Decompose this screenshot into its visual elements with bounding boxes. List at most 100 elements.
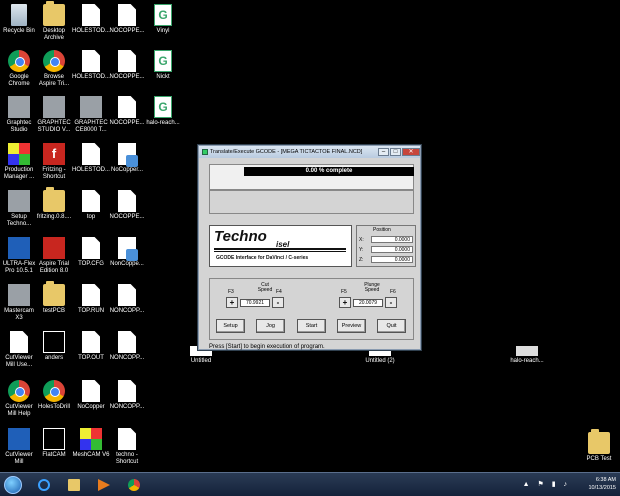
desktop-icon[interactable]: G Nickt (144, 50, 182, 81)
desktop-icon[interactable]: HOLESTOD... (72, 143, 110, 174)
desktop-icon[interactable]: anders (35, 331, 73, 362)
setup-button[interactable]: Setup (216, 319, 245, 333)
maximize-button[interactable]: □ (390, 148, 401, 156)
desktop-icon[interactable]: HOLESTOD... (72, 50, 110, 81)
icon-label: Nickt (156, 74, 170, 80)
icon-label: fritzing.0.8.... (36, 214, 72, 220)
desktop-icon[interactable]: CutViewer Mill (0, 428, 38, 466)
desktop-icon[interactable]: NOCOPPE... (108, 96, 146, 127)
app-icon (202, 149, 208, 155)
chrome-icon (8, 50, 30, 72)
desktop-icon[interactable]: ULTRA-Flex Pro 10.5.1 (0, 237, 38, 275)
position-panel: Position X: 0.0000 Y: 0.0000 Z: 0.0000 (356, 225, 416, 267)
desktop-icon[interactable]: fritzing.0.8.... (35, 187, 73, 221)
taskbar-media-player[interactable] (92, 476, 116, 494)
icon-label: HOLESTOD... (72, 74, 110, 80)
close-button[interactable]: ✕ (402, 148, 420, 156)
icon-label: ULTRA-Flex Pro 10.5.1 (2, 261, 36, 274)
f6-label: F6 (390, 289, 396, 295)
desktop-icon[interactable]: TOP.RUN (72, 284, 110, 315)
icon-label: NONCOPP... (109, 355, 145, 361)
desktop-icon[interactable]: Google Chrome (0, 50, 38, 88)
desktop-icon-pcb-test[interactable]: PCB Test (580, 429, 618, 463)
desktop-icon[interactable]: HolesToDrill (35, 380, 73, 411)
desktop-icon[interactable]: CutViewer Mill Use... (0, 331, 38, 369)
icon-label: MeshCAM V6 (72, 452, 110, 458)
icon-label: NOCOPPE... (109, 120, 145, 126)
desktop-icon[interactable]: Browse Aspire Tri... (35, 50, 73, 88)
plunge-speed-plus-button[interactable]: + (339, 297, 351, 308)
cut-speed-minus-button[interactable]: - (272, 297, 284, 308)
graphtec-icon (8, 96, 30, 118)
cut-speed-plus-button[interactable]: + (226, 297, 238, 308)
preview-button[interactable]: Preview (337, 319, 366, 333)
desktop-icon[interactable]: Ghalo-reach... (144, 96, 182, 127)
desktop-icon[interactable]: NoCopper (72, 380, 110, 411)
desktop-icon[interactable]: MeshCAM V6 (72, 428, 110, 459)
system-tray-icons[interactable]: ▲ ⚑ ▮ ♪ (523, 480, 570, 488)
icon-label: top (86, 214, 96, 220)
icon-label: techno - Shortcut (115, 452, 139, 465)
desktop-icon[interactable]: NOCOPPE... (108, 50, 146, 81)
desktop-icon[interactable]: Production Manager ... (0, 143, 38, 181)
start-button[interactable] (4, 476, 22, 494)
start-button[interactable]: Start (297, 319, 326, 333)
desktop-icon[interactable]: GRAPHTEC STUDIO V... (35, 96, 73, 134)
desktop-icon[interactable]: NONCOPP... (108, 284, 146, 315)
desktop-icon[interactable]: TOP.OUT (72, 331, 110, 362)
icon-label: NONCOPP... (109, 404, 145, 410)
minimized-label: Untitled (190, 358, 212, 364)
x-label: X: (359, 237, 364, 243)
desktop-icon[interactable]: FlatCAM (35, 428, 73, 459)
desktop-icon[interactable]: GRAPHTEC CE8000 T... (72, 96, 110, 134)
desktop-icon[interactable]: TOP.CFG (72, 237, 110, 268)
icon-label: CutViewer Mill (5, 452, 33, 465)
desktop-icon[interactable]: NONCOPP... (108, 380, 146, 411)
logo-rule (214, 248, 346, 250)
document-icon (82, 143, 100, 165)
desktop-icon[interactable]: NONCOPP... (108, 331, 146, 362)
clock[interactable]: 6:38 AM 10/13/2015 (588, 476, 616, 492)
taskbar-ie[interactable] (32, 476, 56, 494)
desktop-icon[interactable]: HOLESTOD... (72, 4, 110, 35)
window-titlebar[interactable]: Translate/Execute GCODE - [MEGA TICTACTO… (199, 146, 420, 158)
desktop-icon[interactable]: Recycle Bin (0, 4, 38, 35)
chrome-icon (43, 380, 65, 402)
quit-button[interactable]: Quit (377, 319, 406, 333)
document-icon (118, 190, 136, 212)
icon-label: Aspire Trial Edition 8.0 (38, 261, 69, 274)
z-value: 0.0000 (371, 256, 413, 263)
desktop-icon[interactable]: NonCoppe... (108, 237, 146, 268)
desktop-icon[interactable]: NOCOPPE... (108, 190, 146, 221)
fritzing-icon: f (43, 143, 65, 165)
position-z-row: Z: 0.0000 (359, 256, 413, 263)
document-icon (118, 96, 136, 118)
desktop-icon[interactable]: top (72, 190, 110, 221)
icon-label: Google Chrome (8, 74, 30, 87)
desktop-icon[interactable]: NoCopper... (108, 143, 146, 174)
desktop-icon[interactable]: f Fritzing - Shortcut (35, 143, 73, 181)
desktop-icon[interactable]: Graphtec Studio (0, 96, 38, 134)
icon-label: FlatCAM (42, 452, 66, 458)
desktop-icon[interactable]: Desktop Archive (35, 1, 73, 42)
icon-label: TOP.OUT (78, 355, 104, 361)
desktop-icon[interactable]: techno - Shortcut (108, 428, 146, 466)
plunge-speed-minus-button[interactable]: - (385, 297, 397, 308)
jog-button[interactable]: Jog (256, 319, 285, 333)
desktop-icon[interactable]: NOCOPPE... (108, 4, 146, 35)
document-icon (82, 50, 100, 72)
techno-icon (118, 428, 136, 450)
desktop-icon[interactable]: testPCB (35, 281, 73, 315)
taskbar-chrome[interactable] (122, 476, 146, 494)
production-manager-icon (8, 143, 30, 165)
minimized-window-halo-reach[interactable]: halo-reach... (508, 346, 546, 364)
folder-icon (43, 187, 65, 212)
desktop-icon[interactable]: Mastercam X3 (0, 284, 38, 322)
icon-label: PCB Test (586, 456, 612, 462)
desktop-icon[interactable]: G Vinyl (144, 4, 182, 35)
taskbar-explorer[interactable] (62, 476, 86, 494)
desktop-icon[interactable]: CutViewer Mill Help (0, 380, 38, 418)
minimize-button[interactable]: – (378, 148, 389, 156)
desktop-icon[interactable]: Aspire Trial Edition 8.0 (35, 237, 73, 275)
desktop-icon[interactable]: Setup Techno... (0, 190, 38, 228)
